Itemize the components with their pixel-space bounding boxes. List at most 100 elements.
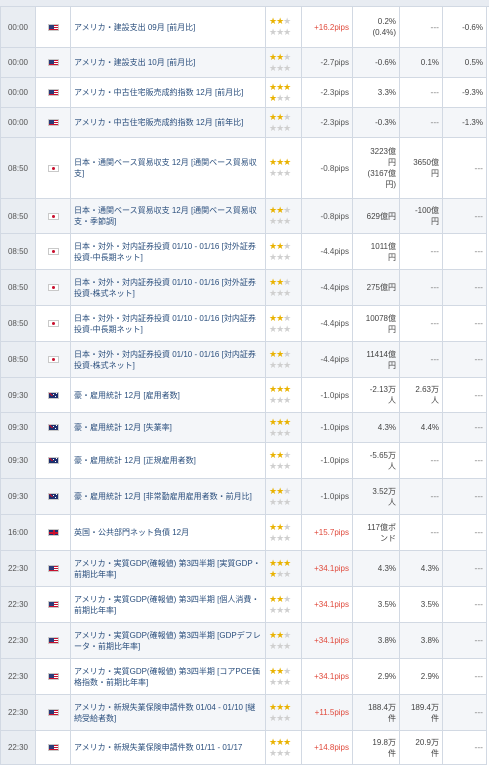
table-row[interactable]: 22:30 アメリカ・実質GDP(確報値) 第3四半期 [GDPデフレータ・前期比… — [0, 622, 487, 659]
previous-value-line: -0.6% — [375, 58, 396, 67]
actual-value-line: -0.6% — [462, 22, 483, 32]
indicator-name[interactable]: アメリカ・実質GDP(確報値) 第3四半期 [コアPCE価格指数・前期比年率] — [70, 658, 266, 695]
indicator-name[interactable]: アメリカ・実質GDP(確報値) 第3四半期 [GDPデフレータ・前期比年率] — [70, 622, 266, 659]
star-icon: ★ — [276, 460, 284, 471]
table-row[interactable]: 00:00 アメリカ・中古住宅販売成約指数 12月 [前月比] ★★★ ★★★ -2.3… — [0, 77, 487, 108]
table-row[interactable]: 09:30 豪・雇用統計 12月 [正規雇用者数] ★★★ ★★★ -1.0pips -5… — [0, 442, 487, 479]
pips-change: +34.1pips — [301, 622, 353, 659]
table-row[interactable]: 22:30 アメリカ・新規失業保険申請件数 01/04 - 01/10 [継続受給… — [0, 694, 487, 731]
star-icon: ★ — [276, 736, 284, 747]
indicator-name[interactable]: 豪・雇用統計 12月 [非常勤雇用雇用者数・前月比] — [70, 478, 266, 515]
indicator-name[interactable]: アメリカ・中古住宅販売成約指数 12月 [前年比] — [70, 107, 266, 138]
actual-value-line: --- — [474, 455, 484, 465]
forecast-value: 0.1% — [399, 47, 443, 78]
previous-value-line: 188.4万 — [367, 702, 396, 712]
star-icon: ★ — [283, 157, 291, 167]
star-icon: ★ — [269, 568, 277, 579]
previous-value-line: 3.5% — [377, 600, 396, 609]
flag-us-icon — [47, 89, 59, 97]
indicator-name[interactable]: 豪・雇用統計 12月 [正規雇用者数] — [70, 442, 266, 479]
table-row[interactable]: 08:50 日本・対外・対内証券投資 01/10 - 01/16 [対内証券投資-… — [0, 305, 487, 342]
economic-calendar-table: 00:00 アメリカ・建設支出 09月 [前月比] ★★★ ★★★ +16.2pips 0… — [0, 6, 487, 765]
pips-change: -1.0pips — [301, 412, 353, 443]
table-row[interactable]: 09:30 豪・雇用統計 12月 [非常勤雇用雇用者数・前月比] ★★★ ★★★ -1.… — [0, 478, 487, 515]
table-row[interactable]: 22:30 アメリカ・実質GDP(確報値) 第3四半期 [実質GDP・前期比年率]… — [0, 550, 487, 587]
indicator-name[interactable]: アメリカ・実質GDP(確報値) 第3四半期 [個人消費・前期比年率] — [70, 586, 266, 623]
indicator-name[interactable]: アメリカ・中古住宅販売成約指数 12月 [前月比] — [70, 77, 266, 108]
actual-value-line: -1.3% — [462, 118, 483, 127]
importance-stars: ★★★ ★★★ — [265, 412, 302, 443]
star-icon: ★ — [276, 92, 284, 103]
indicator-name[interactable]: 豪・雇用統計 12月 [失業率] — [70, 412, 266, 443]
star-icon: ★ — [276, 395, 284, 405]
country-flag-cell — [35, 341, 71, 378]
flag-jp-icon — [47, 212, 59, 220]
star-icon: ★ — [283, 384, 291, 394]
indicator-name[interactable]: 日本・通関ベース貿易収支 12月 [通関ベース貿易収支・季節調] — [70, 198, 266, 234]
flag-jp-icon — [47, 164, 59, 172]
table-row[interactable]: 08:50 日本・対外・対内証券投資 01/10 - 01/16 [対内証券投資-… — [0, 341, 487, 378]
indicator-name[interactable]: アメリカ・新規失業保険申請件数 01/11 - 01/17 — [70, 730, 266, 765]
indicator-name[interactable]: アメリカ・実質GDP(確報値) 第3四半期 [実質GDP・前期比年率] — [70, 550, 266, 587]
table-row[interactable]: 08:50 日本・対外・対内証券投資 01/10 - 01/16 [対外証券投資-… — [0, 233, 487, 270]
previous-value-line: 1011億 — [370, 241, 396, 251]
table-row[interactable]: 22:30 アメリカ・実質GDP(確報値) 第3四半期 [個人消費・前期比年率] ★… — [0, 586, 487, 623]
importance-stars: ★★★ ★★★ — [265, 730, 302, 765]
star-icon: ★ — [276, 485, 284, 496]
table-row[interactable]: 08:50 日本・通関ベース貿易収支 12月 [通関ベース貿易収支] ★★★ ★★★ -… — [0, 137, 487, 199]
forecast-value-line: 円 — [431, 217, 439, 226]
forecast-value: 2.63万人 — [399, 377, 443, 413]
previous-value: 2.9% — [352, 658, 400, 695]
star-icon: ★ — [283, 485, 291, 496]
pips-change: -4.4pips — [301, 233, 353, 270]
indicator-name[interactable]: 豪・雇用統計 12月 [雇用者数] — [70, 377, 266, 413]
country-flag-cell — [35, 137, 71, 199]
star-icon: ★ — [283, 665, 291, 676]
indicator-name[interactable]: 日本・対外・対内証券投資 01/10 - 01/16 [対外証券投資-中長期ネッ… — [70, 233, 266, 270]
previous-value-line: 3.8% — [377, 636, 396, 645]
forecast-value-line: 3.5% — [420, 600, 439, 609]
actual-value: --- — [442, 198, 487, 234]
indicator-name[interactable]: 英国・公共部門ネット負債 12月 — [70, 514, 266, 551]
table-row[interactable]: 00:00 アメリカ・中古住宅販売成約指数 12月 [前年比] ★★★ ★★★ -2.3… — [0, 107, 487, 138]
table-row[interactable]: 16:00 英国・公共部門ネット負債 12月 ★★★ ★★★ +15.7pips 117億… — [0, 514, 487, 551]
country-flag-cell — [35, 77, 71, 108]
actual-value-line: --- — [474, 563, 484, 573]
table-row[interactable]: 00:00 アメリカ・建設支出 09月 [前月比] ★★★ ★★★ +16.2pips 0… — [0, 6, 487, 48]
event-time: 08:50 — [0, 269, 36, 306]
table-row[interactable]: 22:30 アメリカ・新規失業保険申請件数 01/11 - 01/17 ★★★ ★★★… — [0, 730, 487, 765]
previous-value-line: 円 — [388, 252, 396, 262]
table-row[interactable]: 09:30 豪・雇用統計 12月 [雇用者数] ★★★ ★★★ -1.0pips -2.1… — [0, 377, 487, 413]
actual-value: -9.3% — [442, 77, 487, 108]
importance-stars: ★★★ ★★★ — [265, 586, 302, 623]
table-row[interactable]: 22:30 アメリカ・実質GDP(確報値) 第3四半期 [コアPCE価格指数・前期… — [0, 658, 487, 695]
star-icon: ★ — [276, 205, 284, 215]
actual-value: --- — [442, 550, 487, 587]
actual-value: -1.3% — [442, 107, 487, 138]
star-icon: ★ — [283, 27, 291, 37]
previous-value-line: 円 — [388, 324, 396, 334]
table-row[interactable]: 08:50 日本・対外・対内証券投資 01/10 - 01/16 [対外証券投資-… — [0, 269, 487, 306]
pips-change: +16.2pips — [301, 6, 353, 48]
star-icon: ★ — [269, 16, 277, 26]
table-row[interactable]: 00:00 アメリカ・建設支出 10月 [前月比] ★★★ ★★★ -2.7pips -0… — [0, 47, 487, 78]
table-row[interactable]: 08:50 日本・通関ベース貿易収支 12月 [通関ベース貿易収支・季節調] ★★★… — [0, 198, 487, 234]
indicator-name[interactable]: アメリカ・新規失業保険申請件数 01/04 - 01/10 [継続受給者数] — [70, 694, 266, 731]
star-icon: ★ — [283, 701, 291, 712]
indicator-name[interactable]: 日本・通関ベース貿易収支 12月 [通関ベース貿易収支] — [70, 137, 266, 199]
indicator-name[interactable]: アメリカ・建設支出 10月 [前月比] — [70, 47, 266, 78]
actual-value: --- — [442, 233, 487, 270]
flag-us-icon — [47, 565, 59, 573]
flag-us-icon — [47, 744, 59, 752]
indicator-name[interactable]: 日本・対外・対内証券投資 01/10 - 01/16 [対外証券投資-株式ネット… — [70, 269, 266, 306]
star-icon: ★ — [269, 92, 277, 103]
star-icon: ★ — [283, 736, 291, 747]
indicator-name[interactable]: アメリカ・建設支出 09月 [前月比] — [70, 6, 266, 48]
forecast-value-line: -100億 — [414, 206, 439, 215]
indicator-name[interactable]: 日本・対外・対内証券投資 01/10 - 01/16 [対内証券投資-中長期ネッ… — [70, 305, 266, 342]
table-row[interactable]: 09:30 豪・雇用統計 12月 [失業率] ★★★ ★★★ -1.0pips 4.3% 4… — [0, 412, 487, 443]
star-icon: ★ — [276, 62, 284, 73]
actual-value-line: --- — [474, 422, 484, 432]
indicator-name[interactable]: 日本・対外・対内証券投資 01/10 - 01/16 [対内証券投資-株式ネット… — [70, 341, 266, 378]
star-icon: ★ — [276, 51, 284, 62]
